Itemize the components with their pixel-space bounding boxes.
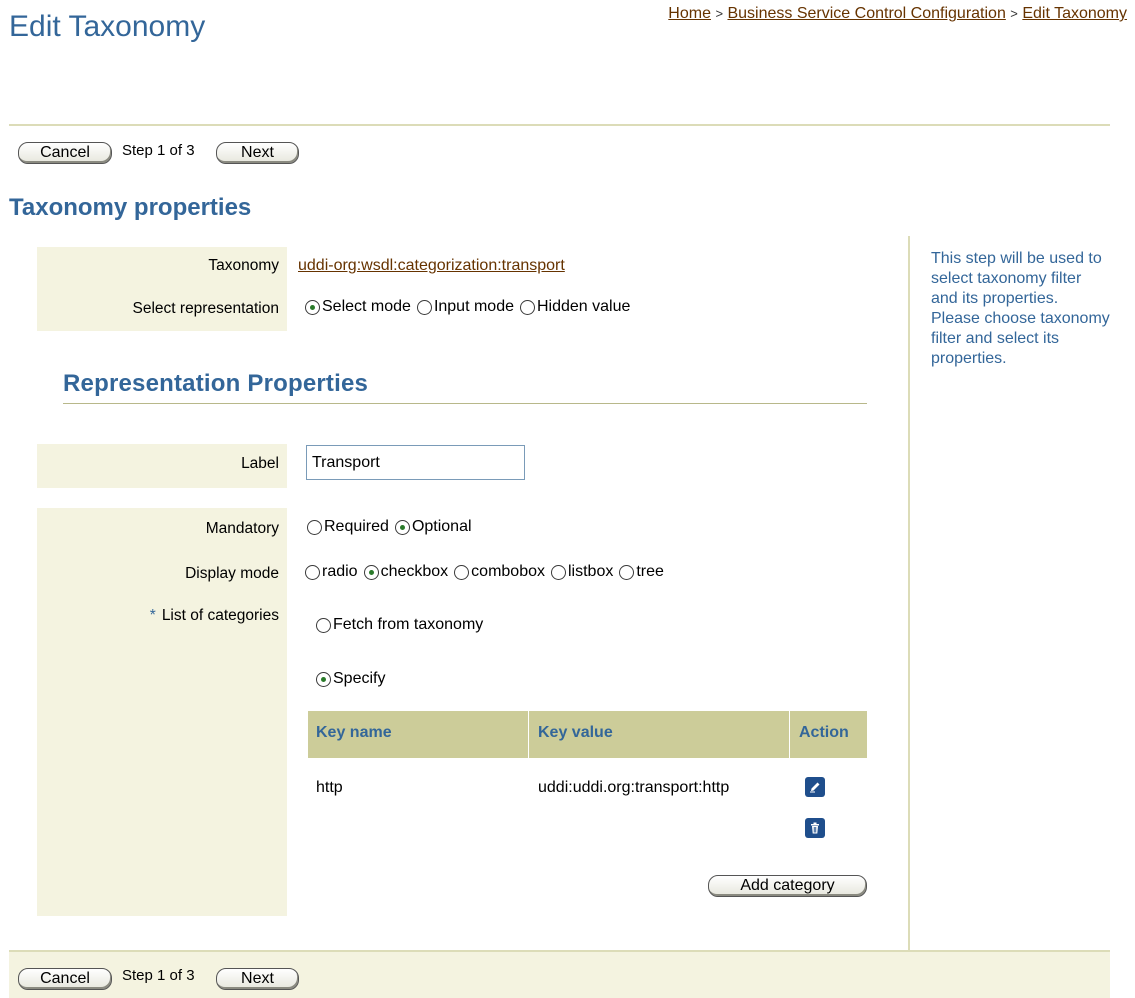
column-header-action: Action bbox=[799, 724, 849, 741]
label-field-label: Label bbox=[241, 455, 279, 472]
required-marker: * bbox=[149, 607, 156, 624]
step-indicator-bottom: Step 1 of 3 bbox=[122, 967, 195, 984]
radio-button[interactable] bbox=[307, 519, 322, 535]
radio-button[interactable] bbox=[551, 564, 566, 580]
radio-button[interactable] bbox=[316, 617, 331, 633]
page-title: Edit Taxonomy bbox=[9, 10, 206, 43]
breadcrumb-home-link[interactable]: Home bbox=[668, 5, 711, 22]
radio-option-select-mode[interactable]: Select mode bbox=[305, 298, 411, 316]
radio-option-checkbox[interactable]: checkbox bbox=[363, 563, 448, 581]
representation-radio-group: Select mode Input mode Hidden value bbox=[305, 298, 636, 316]
radio-option-tree[interactable]: tree bbox=[619, 563, 664, 581]
radio-option-optional[interactable]: Optional bbox=[394, 518, 472, 536]
mandatory-radio-group: Required Optional bbox=[307, 518, 478, 536]
next-button-bottom[interactable]: Next bbox=[216, 968, 299, 990]
radio-button[interactable] bbox=[454, 564, 470, 580]
display-mode-radio-group: radio checkbox combobox listbox tree bbox=[305, 563, 670, 581]
table-column-divider bbox=[528, 711, 529, 758]
taxonomy-label: Taxonomy bbox=[208, 257, 279, 274]
table-cell-key-value: uddi:uddi.org:transport:http bbox=[538, 779, 730, 796]
subsection-underline bbox=[63, 403, 867, 404]
help-text: This step will be used to select taxonom… bbox=[931, 250, 1110, 367]
mandatory-label: Mandatory bbox=[205, 520, 279, 537]
add-category-button[interactable]: Add category bbox=[708, 875, 867, 897]
radio-button[interactable] bbox=[416, 299, 432, 315]
cancel-button-bottom[interactable]: Cancel bbox=[18, 968, 112, 990]
help-panel-divider bbox=[908, 236, 910, 951]
delete-icon[interactable] bbox=[805, 818, 825, 838]
radio-option-fetch-from-taxonomy[interactable]: Fetch from taxonomy bbox=[316, 616, 483, 634]
list-of-categories-label: * List of categories bbox=[149, 607, 279, 624]
radio-button[interactable] bbox=[363, 564, 379, 580]
radio-button[interactable] bbox=[305, 299, 320, 315]
display-mode-label: Display mode bbox=[185, 565, 279, 582]
breadcrumb-separator: > bbox=[1010, 6, 1018, 21]
taxonomy-link[interactable]: uddi-org:wsdl:categorization:transport bbox=[298, 257, 565, 275]
table-cell-key-name: http bbox=[316, 779, 343, 796]
select-representation-label: Select representation bbox=[132, 300, 279, 317]
label-input[interactable] bbox=[306, 445, 525, 480]
column-header-key-value: Key value bbox=[538, 724, 613, 741]
next-button-top[interactable]: Next bbox=[216, 142, 299, 164]
radio-option-hidden-value[interactable]: Hidden value bbox=[520, 298, 630, 316]
radio-button[interactable] bbox=[619, 564, 635, 580]
radio-option-required[interactable]: Required bbox=[307, 518, 389, 536]
edit-icon[interactable] bbox=[805, 777, 825, 797]
radio-option-combobox[interactable]: combobox bbox=[454, 563, 545, 581]
radio-button[interactable] bbox=[394, 519, 410, 535]
cancel-button-top[interactable]: Cancel bbox=[18, 142, 112, 164]
breadcrumb-bsc-config-link[interactable]: Business Service Control Configuration bbox=[727, 5, 1005, 22]
table-column-divider bbox=[789, 711, 790, 758]
taxonomy-properties-heading: Taxonomy properties bbox=[9, 194, 252, 221]
radio-option-specify[interactable]: Specify bbox=[316, 670, 385, 688]
step-indicator-top: Step 1 of 3 bbox=[122, 142, 195, 159]
header-divider bbox=[9, 124, 1110, 126]
radio-button[interactable] bbox=[316, 671, 331, 687]
radio-option-listbox[interactable]: listbox bbox=[551, 563, 613, 581]
radio-option-input-mode[interactable]: Input mode bbox=[416, 298, 514, 316]
radio-button[interactable] bbox=[520, 299, 535, 315]
breadcrumb-separator: > bbox=[715, 6, 724, 21]
breadcrumb: Home > Business Service Control Configur… bbox=[607, 3, 1127, 25]
column-header-key-name: Key name bbox=[316, 724, 392, 741]
breadcrumb-edit-taxonomy-link[interactable]: Edit Taxonomy bbox=[1022, 5, 1127, 22]
representation-properties-heading: Representation Properties bbox=[63, 370, 369, 397]
radio-option-radio[interactable]: radio bbox=[305, 563, 358, 581]
radio-button[interactable] bbox=[305, 564, 320, 580]
